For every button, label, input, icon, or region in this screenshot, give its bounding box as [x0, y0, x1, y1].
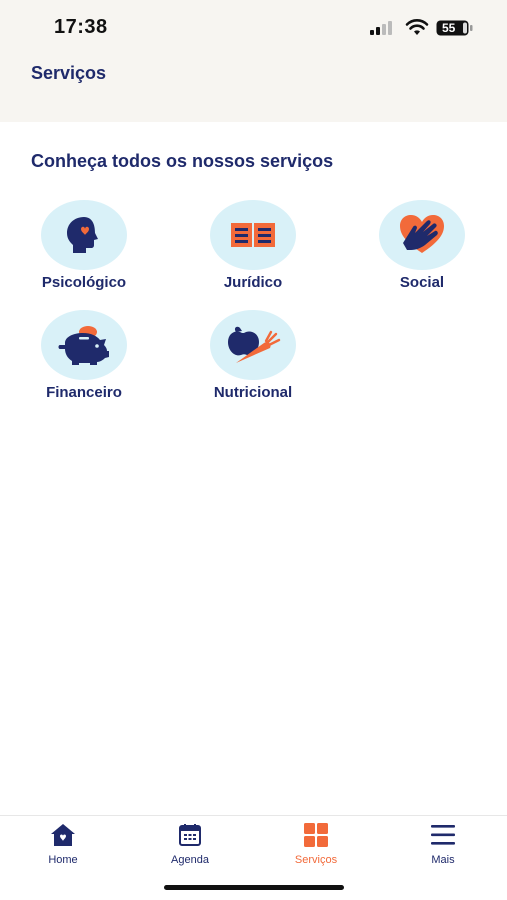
tab-servicos[interactable]: Serviços: [271, 822, 361, 872]
tab-home[interactable]: Home: [18, 822, 108, 872]
service-juridico[interactable]: Jurídico: [183, 200, 323, 300]
battery-level: 55: [442, 21, 456, 35]
service-psicologico[interactable]: Psicológico: [14, 200, 154, 300]
calendar-icon: [179, 824, 201, 846]
service-icon-circle: [41, 200, 127, 270]
service-social[interactable]: Social: [352, 200, 492, 300]
tab-label: Mais: [431, 854, 455, 866]
service-label: Jurídico: [223, 274, 283, 291]
top-header-area: 17:38 55 Serviços: [0, 0, 507, 122]
service-nutricional[interactable]: Nutricional: [183, 310, 323, 410]
menu-icon: [431, 825, 455, 845]
home-indicator: [164, 885, 344, 890]
grid-icon: [304, 823, 328, 847]
head-heart-icon: [67, 217, 98, 253]
service-icon-circle: [41, 310, 127, 380]
service-icon-circle: [210, 310, 296, 380]
open-book-icon: [231, 223, 275, 247]
tab-label: Agenda: [171, 854, 209, 866]
status-bar: 17:38 55: [0, 0, 507, 56]
tab-mais[interactable]: Mais: [398, 822, 488, 872]
service-label: Financeiro: [46, 384, 122, 401]
wifi-icon: [405, 19, 429, 35]
tab-agenda[interactable]: Agenda: [145, 822, 235, 872]
cellular-signal-icon: [370, 21, 392, 35]
service-icon-circle: [210, 200, 296, 270]
service-label: Psicológico: [41, 274, 127, 291]
tab-label: Serviços: [294, 854, 338, 866]
piggy-bank-icon: [58, 326, 109, 365]
apple-carrot-icon: [228, 326, 281, 363]
service-financeiro[interactable]: Financeiro: [14, 310, 154, 410]
hand-heart-icon: [400, 215, 444, 253]
section-heading: Conheça todos os nossos serviços: [31, 151, 334, 171]
service-icon-circle: [379, 200, 465, 270]
page-title: Serviços: [31, 63, 107, 83]
service-label: Nutricional: [213, 384, 293, 401]
tab-label: Home: [48, 854, 78, 866]
service-label: Social: [399, 274, 445, 291]
status-time: 17:38: [54, 16, 108, 38]
home-icon: [51, 824, 75, 846]
